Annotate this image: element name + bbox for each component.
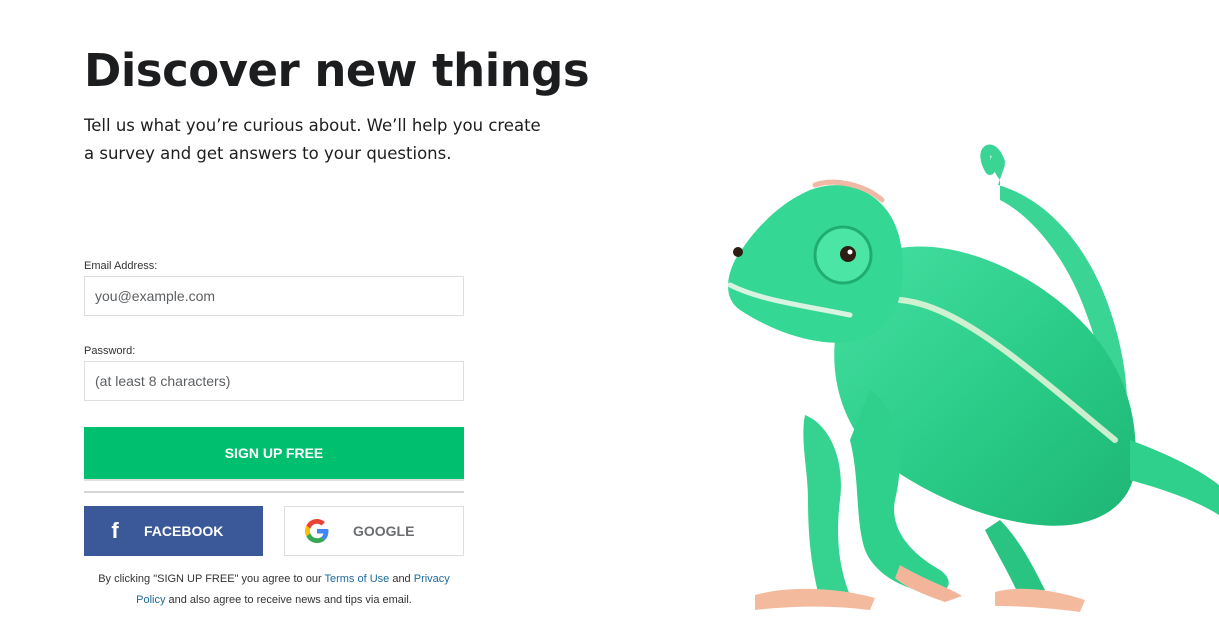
google-icon — [305, 519, 329, 543]
password-label: Password: — [84, 345, 136, 357]
email-label: Email Address: — [84, 260, 158, 272]
legal-text: By clicking "SIGN UP FREE" you agree to … — [84, 569, 464, 611]
legal-and: and — [389, 573, 414, 585]
divider — [84, 491, 464, 493]
legal-prefix: By clicking "SIGN UP FREE" you agree to … — [98, 573, 325, 585]
chameleon-image — [727, 144, 1219, 612]
legal-suffix: and also agree to receive news and tips … — [165, 594, 412, 606]
facebook-label: FACEBOOK — [144, 523, 224, 539]
email-field[interactable] — [84, 276, 464, 316]
google-button[interactable]: GOOGLE — [284, 506, 464, 556]
sign-up-button[interactable]: SIGN UP FREE — [84, 427, 464, 479]
page-subtitle: Tell us what you’re curious about. We’ll… — [84, 116, 541, 163]
password-field[interactable] — [84, 361, 464, 401]
page-title: Discover new things — [84, 44, 590, 97]
terms-link[interactable]: Terms of Use — [324, 573, 389, 585]
facebook-icon: f — [111, 518, 119, 543]
google-label: GOOGLE — [353, 523, 415, 539]
facebook-button[interactable]: f FACEBOOK — [84, 506, 263, 556]
